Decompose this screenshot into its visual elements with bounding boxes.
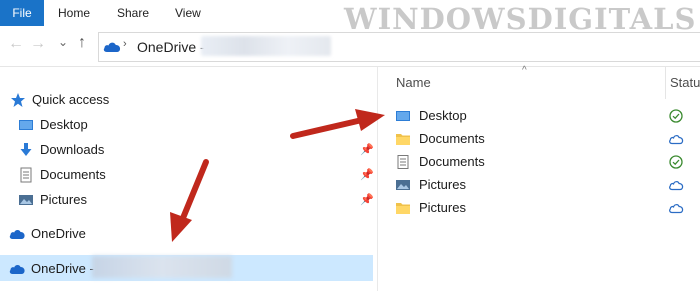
- breadcrumb-chevron-icon: ›: [123, 38, 127, 50]
- address-bar[interactable]: › OneDrive -: [98, 32, 700, 62]
- up-arrow-icon[interactable]: ↑: [78, 34, 86, 52]
- pin-icon[interactable]: 📌: [360, 193, 374, 206]
- tab-home[interactable]: Home: [58, 0, 90, 26]
- folder-icon: [396, 203, 410, 214]
- synced-check-icon: [669, 155, 683, 169]
- nav-item-label: OneDrive -: [31, 261, 94, 276]
- onedrive-cloud-icon: [9, 264, 25, 274]
- sort-caret-icon: ^: [522, 65, 527, 76]
- folder-icon: [396, 134, 410, 145]
- desktop-icon: [19, 120, 33, 130]
- pictures-icon: [396, 180, 410, 190]
- nav-item-label: OneDrive: [31, 226, 86, 241]
- file-name: Documents: [419, 131, 485, 146]
- downloads-icon: [20, 143, 32, 156]
- redacted-account-name: [92, 256, 232, 278]
- desktop-icon: [396, 111, 410, 121]
- address-path[interactable]: OneDrive -: [137, 39, 205, 55]
- address-row: ← → ⌄ ↑ › OneDrive -: [0, 26, 700, 67]
- forward-arrow-icon[interactable]: →: [30, 35, 46, 53]
- onedrive-cloud-icon: [9, 229, 25, 239]
- file-name: Pictures: [419, 200, 466, 215]
- back-arrow-icon[interactable]: ←: [8, 35, 24, 53]
- column-header-name[interactable]: Name: [396, 75, 431, 90]
- file-list: ^ Name Status Desktop Documents Document…: [378, 65, 700, 291]
- tab-file[interactable]: File: [0, 0, 44, 26]
- recent-locations-chevron-icon[interactable]: ⌄: [58, 35, 68, 49]
- redacted-path: [201, 36, 331, 56]
- nav-item-label: Downloads: [40, 142, 105, 157]
- cloud-only-icon: [669, 135, 684, 145]
- column-divider[interactable]: [665, 67, 666, 99]
- cloud-only-icon: [669, 204, 684, 214]
- synced-check-icon: [669, 109, 683, 123]
- documents-icon: [397, 155, 409, 169]
- pictures-icon: [19, 195, 33, 205]
- pin-icon[interactable]: 📌: [360, 143, 374, 156]
- file-name: Desktop: [419, 108, 467, 123]
- column-header-status[interactable]: Status: [670, 75, 700, 90]
- tab-share[interactable]: Share: [117, 0, 149, 26]
- nav-item-label: Desktop: [40, 117, 88, 132]
- cloud-only-icon: [669, 181, 684, 191]
- nav-item-label: Pictures: [40, 192, 87, 207]
- quick-access-label: Quick access: [32, 92, 110, 107]
- tab-view[interactable]: View: [175, 0, 201, 26]
- pin-icon[interactable]: 📌: [360, 168, 374, 181]
- star-icon: [11, 93, 25, 107]
- navigation-pane: Quick access Desktop Downloads 📌 Documen…: [0, 67, 377, 291]
- file-name: Pictures: [419, 177, 466, 192]
- documents-icon: [20, 167, 32, 183]
- nav-item-label: Documents: [40, 167, 106, 182]
- file-name: Documents: [419, 154, 485, 169]
- onedrive-cloud-icon: [103, 42, 121, 52]
